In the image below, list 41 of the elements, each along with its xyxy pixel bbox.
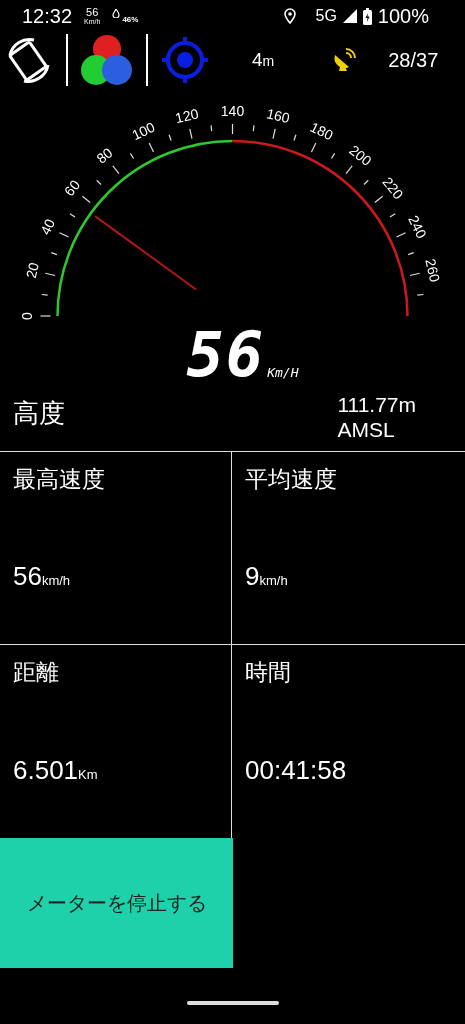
signal-icon	[342, 9, 357, 24]
gauge-tick-label: 40	[36, 216, 59, 238]
color-circles-icon[interactable]	[80, 33, 134, 88]
satellite-dish-icon[interactable]	[332, 47, 359, 74]
battery-saver-percent: 46%	[122, 14, 139, 24]
home-indicator[interactable]	[186, 1001, 279, 1006]
battery-percent: 100%	[377, 4, 429, 28]
gauge-tick-label: 220	[379, 173, 407, 202]
location-icon	[283, 8, 296, 25]
gauge-tick-label: 20	[22, 260, 42, 280]
stat-value: 9km/h	[245, 561, 289, 593]
gauge-tick-label: 200	[346, 141, 375, 169]
gauge-tick-label: 100	[129, 118, 158, 144]
gauge-tick-label: 260	[422, 256, 444, 284]
gauge-tick-label: 60	[60, 176, 84, 199]
gps-accuracy: 4m	[252, 49, 275, 72]
stat-label: 最高速度	[13, 465, 106, 495]
altitude-reference: AMSL	[337, 417, 396, 443]
gauge-tick-label: 180	[307, 118, 336, 144]
stat-label: 平均速度	[245, 465, 338, 495]
altitude-label: 高度	[13, 396, 65, 430]
stop-meter-button[interactable]: メーターを停止する	[0, 838, 233, 969]
altitude-value: 111.77m	[337, 391, 416, 417]
battery-icon	[362, 7, 372, 25]
gauge-tick-label: 120	[173, 105, 200, 127]
clock-time: 12:32	[22, 4, 73, 28]
flame-icon	[112, 8, 121, 18]
satellite-count: 28/37	[388, 48, 439, 72]
stat-label: 距離	[13, 658, 60, 688]
gauge-tick-label: 160	[265, 105, 292, 127]
network-type: 5G	[315, 7, 337, 26]
gauge-tick-label: 240	[405, 212, 430, 241]
gauge-tick-label: 140	[220, 102, 245, 119]
stat-value: 56km/h	[13, 561, 72, 593]
gauge-tick-label: 0	[19, 311, 36, 320]
stat-value: 6.501Km	[13, 755, 99, 787]
speed-unit: Km/H	[267, 364, 299, 380]
gauge-tick-label: 80	[93, 144, 116, 167]
stat-value: 00:41:58	[245, 755, 348, 787]
stat-label: 時間	[245, 658, 292, 688]
speed-value: 56	[186, 323, 266, 386]
